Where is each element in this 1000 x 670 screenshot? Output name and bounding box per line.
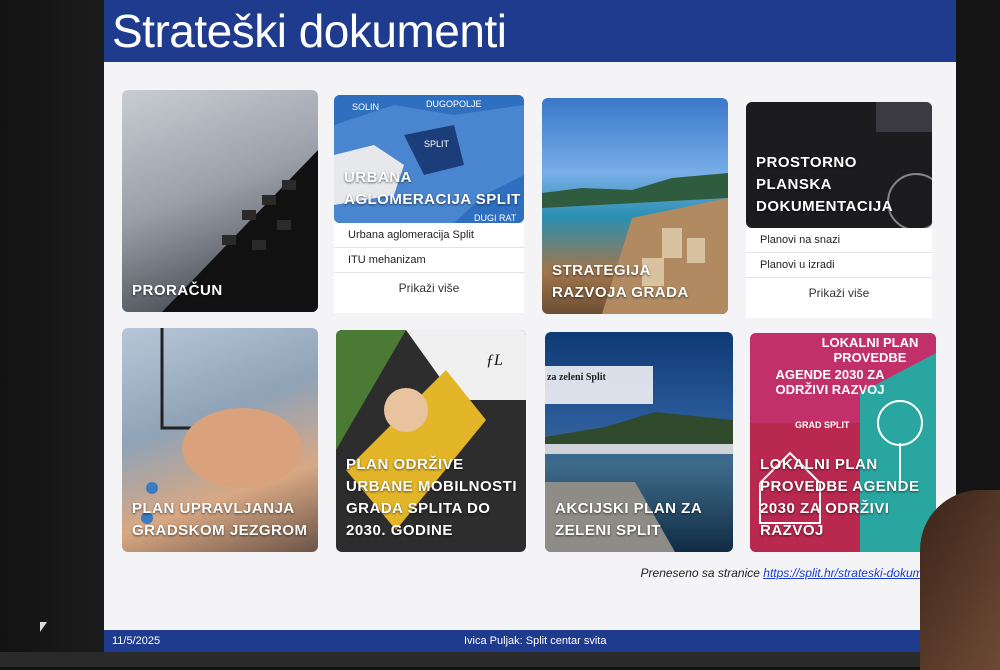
footer-bar: 11/5/2025 Ivica Puljak: Split centar svi… bbox=[104, 630, 956, 652]
prostorno-show-more-link[interactable]: Prikaži više bbox=[746, 278, 932, 308]
mouse-cursor-icon bbox=[40, 622, 47, 632]
zeleni-banner-text: za zeleni Split bbox=[547, 372, 606, 383]
source-prefix: Preneseno sa stranice bbox=[640, 566, 764, 580]
footer-date: 11/5/2025 bbox=[112, 635, 161, 647]
card-agenda[interactable]: LOKALNI PLAN PROVEDBE AGENDE 2030 ZA ODR… bbox=[750, 333, 936, 552]
monitor-stand bbox=[0, 652, 1000, 667]
source-note: Preneseno sa stranice https://split.hr/s… bbox=[641, 566, 942, 580]
zeleni-banner: za zeleni Split bbox=[545, 366, 653, 404]
card-proracun-label: PRORAČUN bbox=[132, 282, 223, 299]
keyboard-image bbox=[162, 150, 318, 312]
presenter-arm bbox=[920, 490, 1000, 670]
map-label-solin: SOLIN bbox=[352, 102, 379, 112]
map-label-dugi-rat: DUGI RAT bbox=[474, 213, 517, 223]
agenda-poster-title: LOKALNI PLAN PROVEDBE bbox=[821, 335, 919, 365]
link-planovi-na-snazi[interactable]: Planovi na snazi bbox=[746, 228, 932, 253]
card-prostorno-label: PROSTORNO PLANSKA DOKUMENTACIJA bbox=[756, 154, 894, 215]
card-mobilnost[interactable]: ƒL PLAN ODRŽIVE URBANE MOBILNOSTI GRADA … bbox=[336, 330, 526, 552]
footer-center-text: Ivica Puljak: Split centar svita bbox=[464, 635, 607, 647]
card-urbana-label: URBANA AGLOMERACIJA SPLIT bbox=[344, 169, 521, 208]
page-title: Strateški dokumenti bbox=[112, 5, 507, 57]
source-link[interactable]: https://split.hr/strateski-dokumenti bbox=[763, 566, 942, 580]
title-bar: Strateški dokumenti bbox=[104, 0, 956, 62]
link-planovi-u-izradi[interactable]: Planovi u izradi bbox=[746, 253, 932, 278]
card-prostorno[interactable]: PROSTORNO PLANSKA DOKUMENTACIJA bbox=[746, 102, 932, 228]
prostorno-links: Planovi na snazi Planovi u izradi Prikaž… bbox=[746, 228, 932, 318]
agenda-poster-subtitle: AGENDE 2030 ZA ODRŽIVI RAZVOJ bbox=[775, 367, 885, 397]
card-proracun[interactable]: PRORAČUN bbox=[122, 90, 318, 312]
card-jezgra[interactable]: PLAN UPRAVLJANJA GRADSKOM JEZGROM bbox=[122, 328, 318, 552]
map-label-dugopolje: DUGOPOLJE bbox=[426, 99, 482, 109]
card-agenda-label: LOKALNI PLAN PROVEDBE AGENDE 2030 ZA ODR… bbox=[760, 456, 920, 539]
map-label-split: SPLIT bbox=[424, 139, 450, 149]
card-strategija-label: STRATEGIJA RAZVOJA GRADA bbox=[552, 262, 689, 301]
card-strategija[interactable]: STRATEGIJA RAZVOJA GRADA bbox=[542, 98, 728, 314]
urbana-links: Urbana aglomeracija Split ITU mehanizam … bbox=[334, 223, 524, 313]
card-zeleni-label: AKCIJSKI PLAN ZA ZELENI SPLIT bbox=[555, 500, 702, 539]
agenda-grad-split: GRAD SPLIT bbox=[795, 420, 850, 430]
card-zeleni[interactable]: za zeleni Split AKCIJSKI PLAN ZA ZELENI … bbox=[545, 332, 733, 552]
urbana-show-more-link[interactable]: Prikaži više bbox=[334, 273, 524, 303]
link-itu-mehanizam[interactable]: ITU mehanizam bbox=[334, 248, 524, 273]
card-urbana[interactable]: SOLIN DUGOPOLJE SPLIT DUGI RAT URBANA AG… bbox=[334, 95, 524, 223]
card-jezgra-label: PLAN UPRAVLJANJA GRADSKOM JEZGROM bbox=[132, 500, 308, 539]
projected-screen: Strateški dokumenti PRORAČUN SOLIN DUGOP… bbox=[104, 0, 956, 652]
card-mobilnost-label: PLAN ODRŽIVE URBANE MOBILNOSTI GRADA SPL… bbox=[346, 456, 517, 539]
mobility-logo-icon: ƒL bbox=[486, 352, 503, 369]
link-urbana-aglomeracija[interactable]: Urbana aglomeracija Split bbox=[334, 223, 524, 248]
